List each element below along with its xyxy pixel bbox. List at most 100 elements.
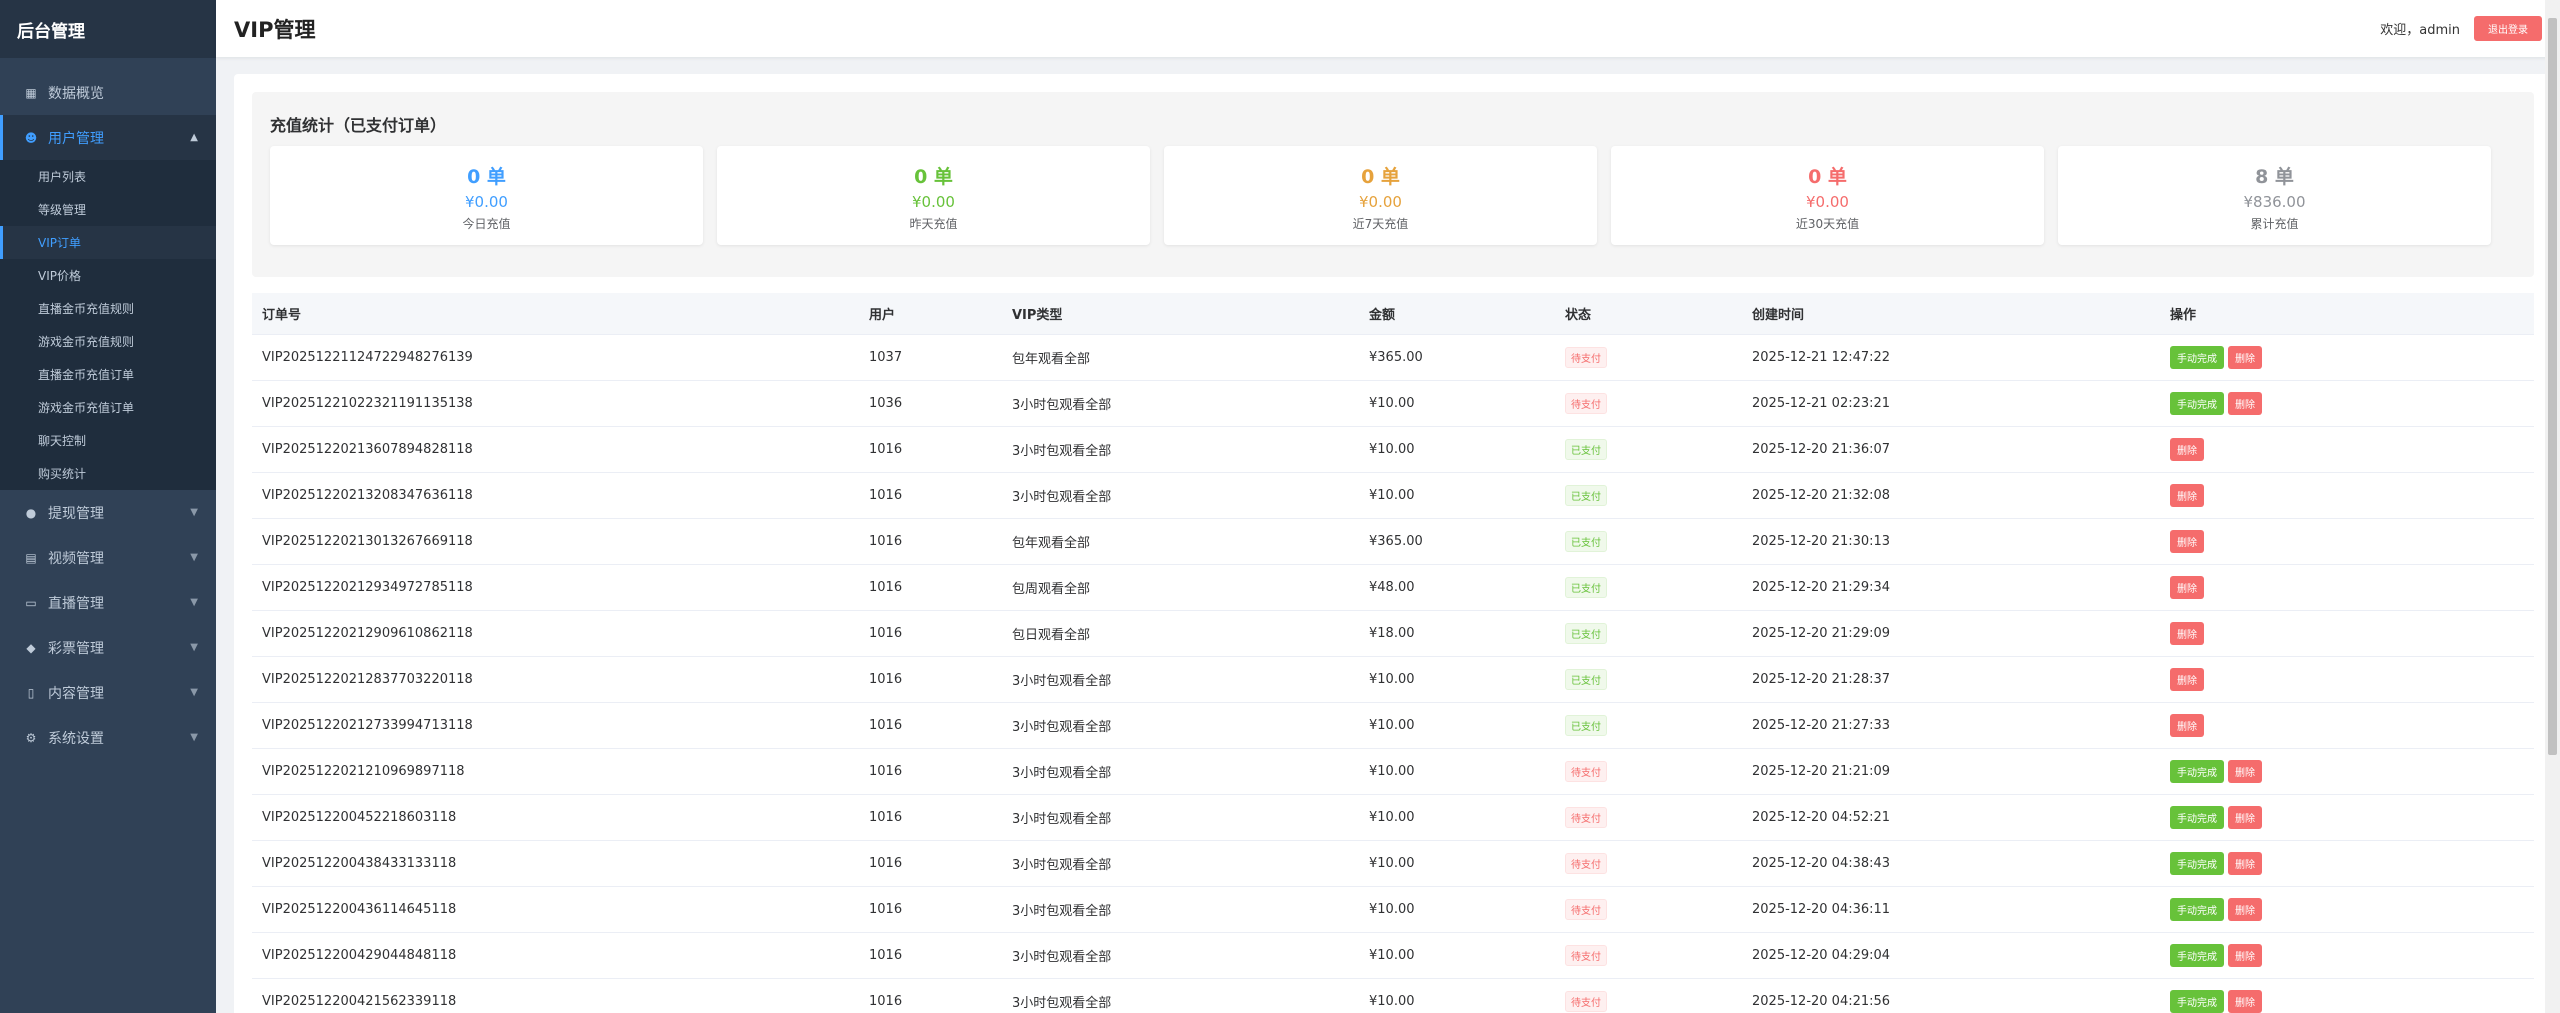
sidebar-subitem[interactable]: 游戏金币充值规则 — [0, 325, 216, 358]
row-actions: 手动完成 删除 — [2160, 392, 2534, 415]
table-body: VIP20251221124722948276139 1037 包年观看全部 ¥365… — [252, 335, 2534, 1013]
delete-button[interactable]: 删除 — [2170, 576, 2204, 599]
status-badge: 已支付 — [1565, 623, 1607, 644]
delete-button[interactable]: 删除 — [2170, 668, 2204, 691]
status-cell: 待支付 — [1555, 945, 1742, 966]
vip-order-table: 订单号 用户 VIP类型 金额 状态 创建时间 操作 VIP2025122112472294… — [252, 293, 2534, 1013]
order-number: VIP20251220042904484​8118 — [262, 948, 457, 963]
order-number: VIP20251220212909610862118 — [262, 626, 473, 641]
table-row: VIP20251220045221860311​8 1016 3小时包观看全部 ¥10… — [252, 795, 2534, 841]
amount: ¥10.00 — [1369, 810, 1415, 825]
row-actions: 手动完成 删除 — [2160, 852, 2534, 875]
row-actions: 删除 — [2160, 530, 2534, 553]
sidebar-subitem[interactable]: 聊天控制 — [0, 424, 216, 457]
manual-complete-button[interactable]: 手动完成 — [2170, 806, 2224, 829]
stat-amount: ¥0.00 — [912, 193, 955, 211]
delete-button[interactable]: 删除 — [2170, 622, 2204, 645]
logout-button[interactable]: 退出登录 — [2474, 16, 2542, 41]
status-badge: 已支付 — [1565, 485, 1607, 506]
status-badge: 已支付 — [1565, 669, 1607, 690]
order-number: VIP20251221124722948276139 — [262, 350, 473, 365]
delete-button[interactable]: 删除 — [2228, 852, 2262, 875]
status-badge: 待支付 — [1565, 899, 1607, 920]
sidebar-item[interactable]: ▯ 内容管理 ▼ — [0, 670, 216, 715]
page-scrollbar[interactable] — [2545, 0, 2560, 1013]
created-time: 2025-12-20 21:27:33 — [1752, 718, 1891, 733]
stat-card: 8 单 ¥836.00 累计充值 — [2058, 146, 2491, 245]
sidebar-item[interactable]: ▭ 直播管理 ▼ — [0, 580, 216, 625]
chevron-up-icon: ▲ — [190, 132, 198, 143]
vip-type: 3小时包观看全部 — [1012, 766, 1112, 781]
delete-button[interactable]: 删除 — [2228, 990, 2262, 1013]
amount: ¥10.00 — [1369, 856, 1415, 871]
delete-button[interactable]: 删除 — [2228, 760, 2262, 783]
chevron-down-icon: ▼ — [190, 642, 198, 653]
manual-complete-button[interactable]: 手动完成 — [2170, 852, 2224, 875]
order-number: VIP20251220042156233​9118 — [262, 994, 457, 1009]
sidebar-subitem[interactable]: VIP价格 — [0, 259, 216, 292]
sidebar-item[interactable]: ☻ 用户管理 ▲ — [0, 115, 216, 160]
order-number: VIP20251220043843313​3118 — [262, 856, 457, 871]
amount: ¥10.00 — [1369, 672, 1415, 687]
delete-button[interactable]: 删除 — [2170, 438, 2204, 461]
manual-complete-button[interactable]: 手动完成 — [2170, 990, 2224, 1013]
status-badge: 待支付 — [1565, 347, 1607, 368]
sidebar-subitem[interactable]: 游戏金币充值订单 — [0, 391, 216, 424]
delete-button[interactable]: 删除 — [2228, 944, 2262, 967]
sidebar-item[interactable]: ▤ 视频管理 ▼ — [0, 535, 216, 580]
sidebar-item[interactable]: ⚙ 系统设置 ▼ — [0, 715, 216, 760]
status-cell: 待支付 — [1555, 347, 1742, 368]
status-cell: 已支付 — [1555, 623, 1742, 644]
delete-button[interactable]: 删除 — [2228, 806, 2262, 829]
sidebar-item[interactable]: ▦ 数据概览 — [0, 70, 216, 115]
sidebar-item[interactable]: ◆ 彩票管理 ▼ — [0, 625, 216, 670]
user-id: 1016 — [869, 488, 903, 503]
vip-type: 包年观看全部 — [1012, 536, 1091, 551]
status-cell: 已支付 — [1555, 577, 1742, 598]
status-badge: 已支付 — [1565, 531, 1607, 552]
stat-card: 0 单 ¥0.00 今日充值 — [270, 146, 703, 245]
manual-complete-button[interactable]: 手动完成 — [2170, 346, 2224, 369]
col-created-time: 创建时间 — [1752, 308, 1805, 323]
vip-type: 3小时包观看全部 — [1012, 720, 1112, 735]
stat-card: 0 单 ¥0.00 近7天充值 — [1164, 146, 1597, 245]
delete-button[interactable]: 删除 — [2170, 714, 2204, 737]
sidebar-subitem[interactable]: 直播金币充值订单 — [0, 358, 216, 391]
row-actions: 手动完成 删除 — [2160, 346, 2534, 369]
row-actions: 手动完成 删除 — [2160, 990, 2534, 1013]
delete-button[interactable]: 删除 — [2228, 898, 2262, 921]
row-actions: 删除 — [2160, 438, 2534, 461]
delete-button[interactable]: 删除 — [2170, 530, 2204, 553]
status-badge: 待支付 — [1565, 945, 1607, 966]
sidebar-subitem[interactable]: 用户列表 — [0, 160, 216, 193]
stat-amount: ¥0.00 — [465, 193, 508, 211]
amount: ¥48.00 — [1369, 580, 1415, 595]
manual-complete-button[interactable]: 手动完成 — [2170, 898, 2224, 921]
delete-button[interactable]: 删除 — [2170, 484, 2204, 507]
sidebar-item[interactable]: ● 提现管理 ▼ — [0, 490, 216, 535]
table-header: 订单号 用户 VIP类型 金额 状态 创建时间 操作 — [252, 293, 2534, 335]
order-number: VIP20251220043611464​5118 — [262, 902, 457, 917]
status-cell: 已支付 — [1555, 439, 1742, 460]
user-id: 1016 — [869, 534, 903, 549]
user-id: 1036 — [869, 396, 903, 411]
delete-button[interactable]: 删除 — [2228, 346, 2262, 369]
stat-card: 0 单 ¥0.00 近30天充值 — [1611, 146, 2044, 245]
sidebar-subitem[interactable]: VIP订单 — [0, 226, 216, 259]
scrollbar-thumb[interactable] — [2548, 18, 2557, 755]
manual-complete-button[interactable]: 手动完成 — [2170, 760, 2224, 783]
amount: ¥10.00 — [1369, 718, 1415, 733]
table-row: VIP20251220212934972785118 1016 包周观看全部 ¥48.… — [252, 565, 2534, 611]
sidebar-subitem[interactable]: 等级管理 — [0, 193, 216, 226]
sidebar-subitem[interactable]: 直播金币充值规则 — [0, 292, 216, 325]
user-id: 1016 — [869, 764, 903, 779]
stat-label: 近30天充值 — [1795, 217, 1860, 231]
sidebar-subitem[interactable]: 购买统计 — [0, 457, 216, 490]
delete-button[interactable]: 删除 — [2228, 392, 2262, 415]
stat-order-count: 0 单 — [467, 166, 506, 188]
manual-complete-button[interactable]: 手动完成 — [2170, 944, 2224, 967]
film-icon: ▤ — [25, 550, 37, 565]
vip-type: 包年观看全部 — [1012, 352, 1091, 367]
manual-complete-button[interactable]: 手动完成 — [2170, 392, 2224, 415]
status-cell: 已支付 — [1555, 669, 1742, 690]
